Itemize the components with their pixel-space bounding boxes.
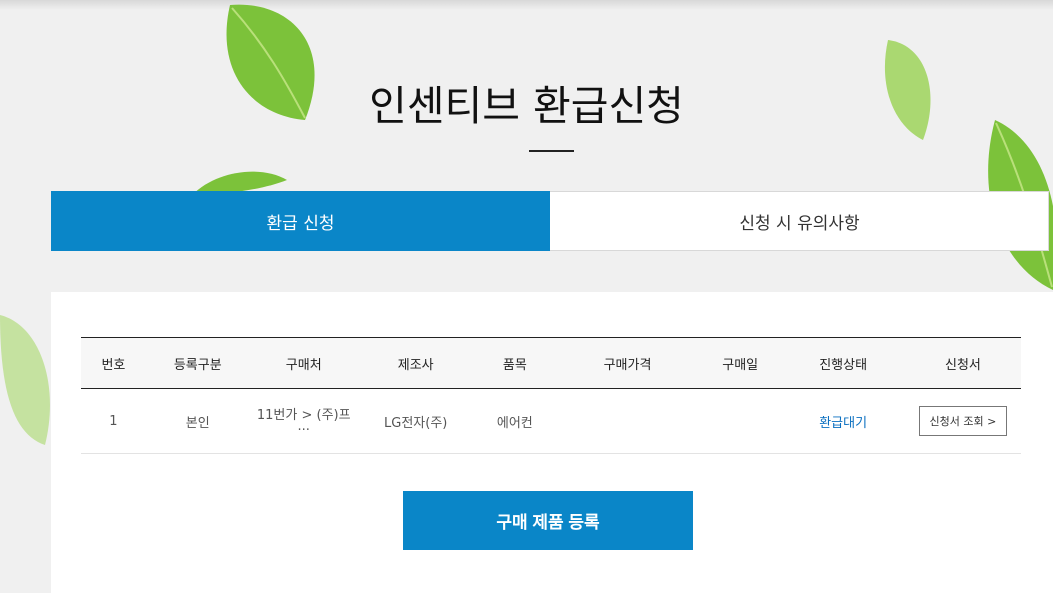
- tab-apply-notes[interactable]: 신청 시 유의사항: [550, 192, 1049, 250]
- tab-bar: 환급 신청 신청 시 유의사항: [51, 191, 1049, 251]
- cell-item: 에어컨: [473, 388, 557, 454]
- leaf-icon: [0, 315, 50, 445]
- col-header-item: 품목: [473, 337, 557, 389]
- col-header-no: 번호: [81, 337, 146, 389]
- application-table: 번호 등록구분 구매처 제조사 품목 구매가격 구매일 진행상태 신청서 1 본…: [81, 337, 1021, 454]
- register-product-button[interactable]: 구매 제품 등록: [403, 491, 693, 550]
- cell-no: 1: [81, 388, 146, 454]
- col-header-form: 신청서: [904, 337, 1021, 389]
- table-header-row: 번호 등록구분 구매처 제조사 품목 구매가격 구매일 진행상태 신청서: [81, 337, 1021, 389]
- cell-price: [556, 388, 700, 454]
- col-header-price: 구매가격: [556, 337, 700, 389]
- cell-store: 11번가 > (주)프···: [249, 388, 358, 454]
- page: 인센티브 환급신청 환급 신청 신청 시 유의사항 번호 등록구분 구매처 제조…: [0, 0, 1053, 593]
- col-header-date: 구매일: [699, 337, 782, 389]
- table-row: 1 본인 11번가 > (주)프··· LG전자(주) 에어컨 환급대기 신청서…: [81, 388, 1021, 454]
- col-header-store: 구매처: [249, 337, 358, 389]
- col-header-maker: 제조사: [357, 337, 474, 389]
- tab-refund-apply[interactable]: 환급 신청: [51, 191, 550, 251]
- cell-status: 환급대기: [781, 388, 905, 454]
- content-panel: 번호 등록구분 구매처 제조사 품목 구매가격 구매일 진행상태 신청서 1 본…: [51, 292, 1053, 593]
- status-text: 환급대기: [819, 415, 868, 431]
- cell-date: [699, 388, 782, 454]
- page-title: 인센티브 환급신청: [369, 82, 684, 130]
- col-header-type: 등록구분: [145, 337, 250, 389]
- cell-form: 신청서 조회 >: [904, 388, 1021, 454]
- top-shadow: [0, 0, 1053, 10]
- title-divider: [529, 150, 574, 152]
- view-form-button[interactable]: 신청서 조회 >: [918, 406, 1008, 436]
- cell-maker: LG전자(주): [357, 388, 474, 454]
- cell-type: 본인: [145, 388, 250, 454]
- col-header-status: 진행상태: [781, 337, 905, 389]
